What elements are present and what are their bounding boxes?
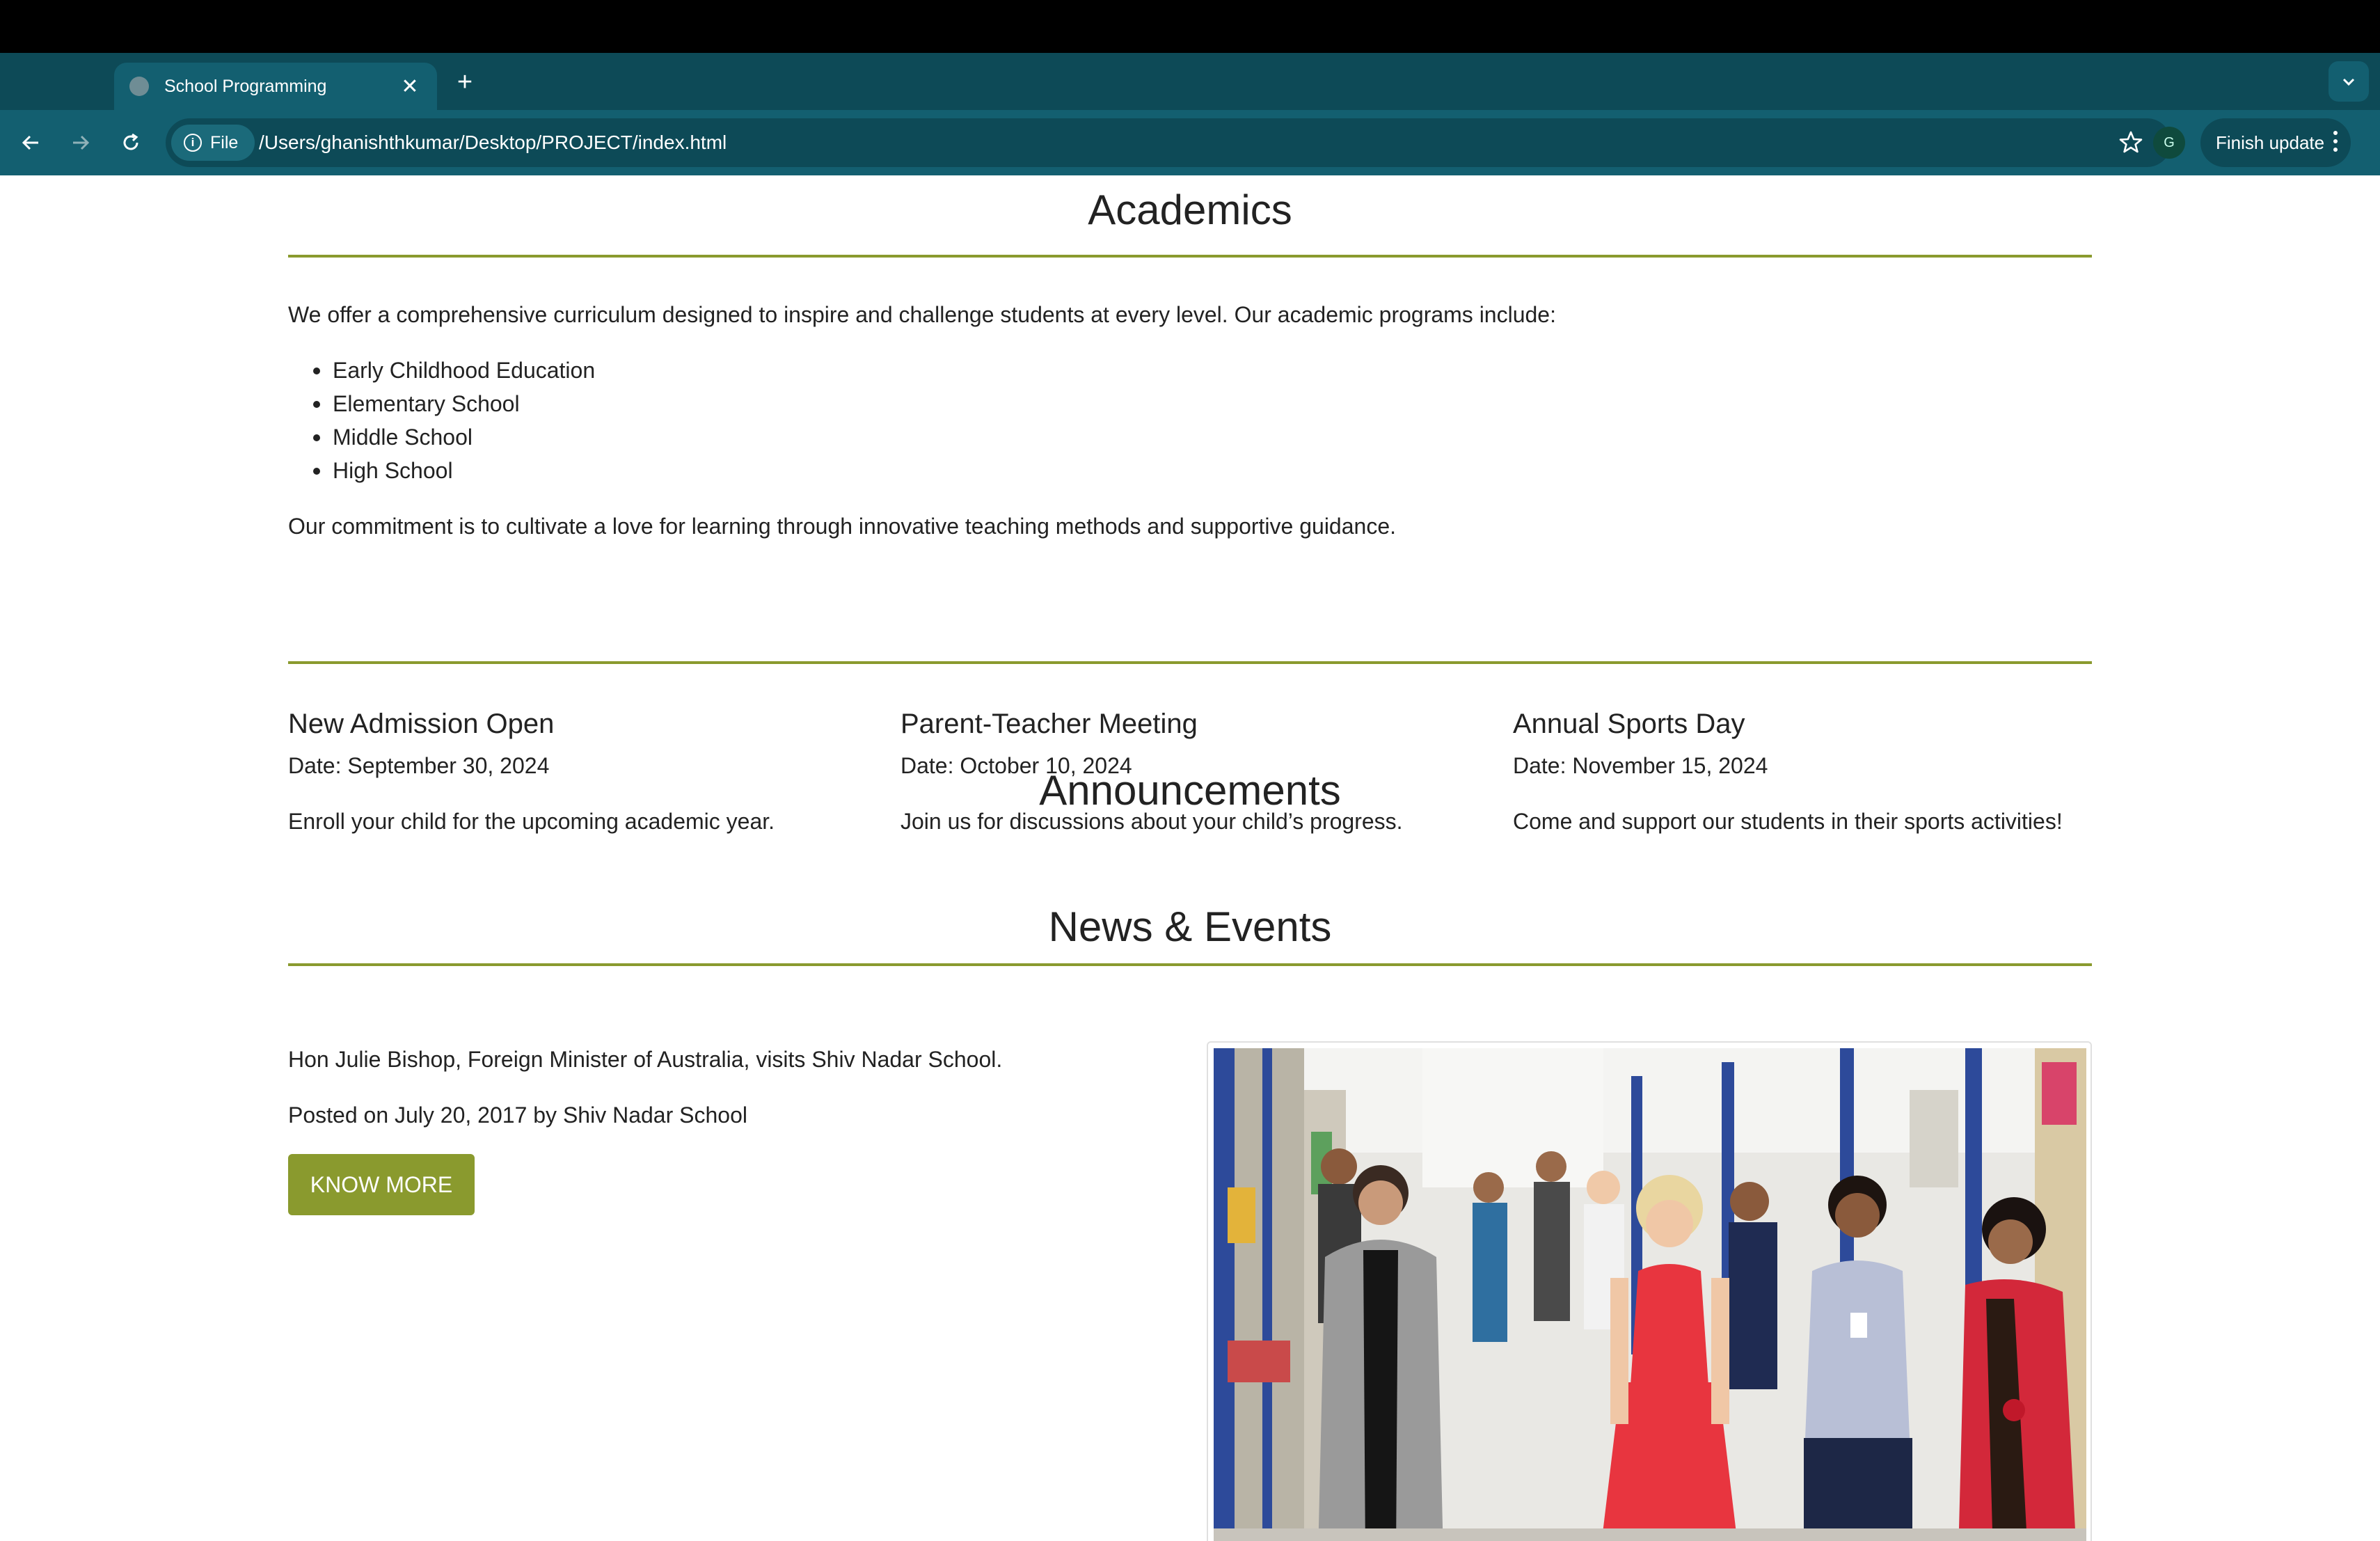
announcement-desc: Join us for discussions about your child… bbox=[901, 809, 1403, 834]
announcement-card: Annual Sports Day Date: November 15, 202… bbox=[1513, 707, 2111, 835]
forward-button[interactable] bbox=[60, 122, 102, 164]
arrow-right-icon bbox=[73, 135, 90, 150]
site-info-chip[interactable]: i File bbox=[171, 125, 255, 161]
announcement-title: Annual Sports Day bbox=[1513, 709, 1745, 739]
news-heading: News & Events bbox=[1048, 903, 1332, 950]
finish-update-label: Finish update bbox=[2216, 132, 2325, 153]
arrow-left-icon bbox=[22, 135, 38, 150]
bookmark-star-icon[interactable] bbox=[2117, 129, 2145, 157]
academics-heading: Academics bbox=[1088, 187, 1292, 233]
profile-avatar[interactable]: G bbox=[2153, 127, 2185, 159]
academics-closing: Our commitment is to cultivate a love fo… bbox=[288, 514, 1396, 539]
list-item: Middle School bbox=[288, 420, 1123, 454]
announcement-card: Parent-Teacher Meeting Date: October 10,… bbox=[901, 707, 1499, 835]
browser-toolbar: i File /Users/ghanishthkumar/Desktop/PRO… bbox=[0, 110, 2380, 175]
tab-search-button[interactable] bbox=[2329, 61, 2369, 102]
address-bar[interactable]: i File /Users/ghanishthkumar/Desktop/PRO… bbox=[166, 118, 2171, 167]
reload-icon bbox=[123, 133, 138, 150]
chevron-down-icon bbox=[2342, 78, 2355, 86]
back-button[interactable] bbox=[10, 122, 51, 164]
site-info-label: File bbox=[210, 132, 239, 152]
academics-divider bbox=[288, 255, 2092, 258]
tab-title: School Programming bbox=[164, 76, 327, 96]
finish-update-button[interactable]: Finish update bbox=[2200, 118, 2351, 167]
announcement-card: New Admission Open Date: September 30, 2… bbox=[288, 707, 887, 835]
close-tab-icon[interactable]: ✕ bbox=[398, 74, 422, 99]
know-more-button[interactable]: KNOW MORE bbox=[288, 1154, 475, 1215]
announcement-title: Parent-Teacher Meeting bbox=[901, 709, 1198, 739]
news-photo-frame bbox=[1207, 1041, 2092, 1541]
list-item: High School bbox=[288, 454, 1123, 487]
announcement-date: Date: November 15, 2024 bbox=[1513, 753, 1768, 778]
announcements-divider bbox=[288, 661, 2092, 664]
academics-intro: We offer a comprehensive curriculum desi… bbox=[288, 302, 1556, 327]
news-headline: Hon Julie Bishop, Foreign Minister of Au… bbox=[288, 1047, 1003, 1072]
os-menu-bar bbox=[0, 0, 2380, 53]
news-divider bbox=[288, 963, 2092, 966]
info-icon: i bbox=[184, 134, 202, 152]
news-posted: Posted on July 20, 2017 by Shiv Nadar Sc… bbox=[288, 1103, 747, 1128]
tab-strip: School Programming ✕ + bbox=[0, 53, 2380, 110]
news-photo bbox=[1214, 1048, 2086, 1541]
more-menu-icon[interactable] bbox=[2333, 131, 2338, 155]
reload-button[interactable] bbox=[110, 122, 152, 164]
programs-list: Early Childhood Education Elementary Sch… bbox=[288, 354, 1123, 487]
announcement-date: Date: October 10, 2024 bbox=[901, 753, 1132, 778]
globe-icon bbox=[129, 77, 149, 96]
list-item: Early Childhood Education bbox=[288, 354, 1123, 387]
announcement-desc: Enroll your child for the upcoming acade… bbox=[288, 809, 775, 834]
announcement-date: Date: September 30, 2024 bbox=[288, 753, 550, 778]
announcement-title: New Admission Open bbox=[288, 709, 555, 739]
list-item: Elementary School bbox=[288, 387, 1123, 420]
new-tab-button[interactable]: + bbox=[451, 68, 479, 96]
announcement-desc: Come and support our students in their s… bbox=[1513, 809, 2063, 834]
url-text[interactable]: /Users/ghanishthkumar/Desktop/PROJECT/in… bbox=[259, 118, 727, 167]
tab-school-programming[interactable]: School Programming ✕ bbox=[114, 63, 437, 110]
